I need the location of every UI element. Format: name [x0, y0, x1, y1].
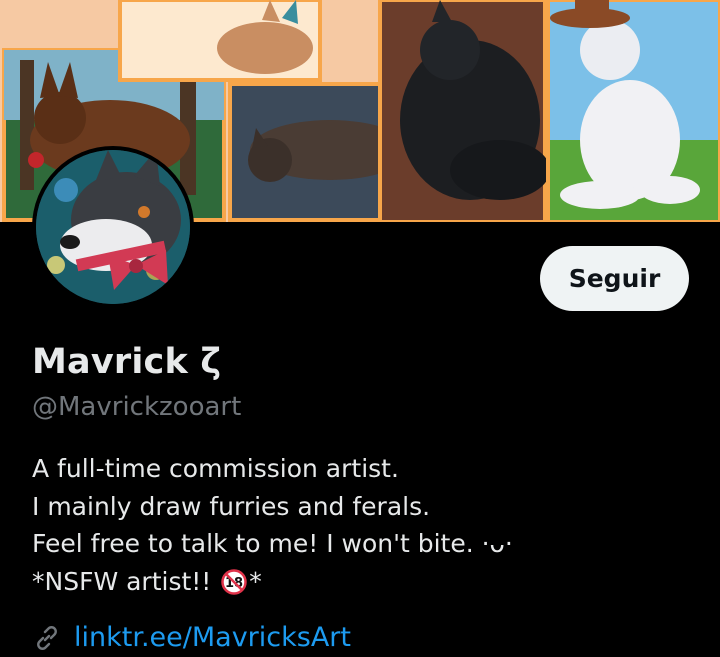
handle: @Mavrickzooart — [32, 392, 242, 422]
bio-line: A full-time commission artist. — [32, 454, 399, 483]
bio-line: Feel free to talk to me! I won't bite. ·… — [32, 529, 513, 558]
bio-line: I mainly draw furries and ferals. — [32, 491, 431, 521]
profile-link[interactable]: linktr.ee/MavricksArt — [32, 622, 351, 653]
no-under-18-icon: 18 — [221, 568, 248, 595]
bio: A full-time commission artist. I mainly … — [32, 450, 513, 600]
follow-button[interactable]: Seguir — [540, 246, 689, 311]
bio-line-nsfw: *NSFW artist!! 18 * — [32, 563, 513, 601]
nsfw-prefix: *NSFW artist!! — [32, 566, 220, 596]
nsfw-suffix: * — [249, 566, 262, 596]
avatar[interactable] — [32, 146, 194, 308]
link-url[interactable]: linktr.ee/MavricksArt — [74, 622, 351, 653]
avatar-image — [36, 150, 190, 304]
display-name: Mavrick ζ — [32, 342, 222, 382]
link-icon — [32, 623, 62, 653]
